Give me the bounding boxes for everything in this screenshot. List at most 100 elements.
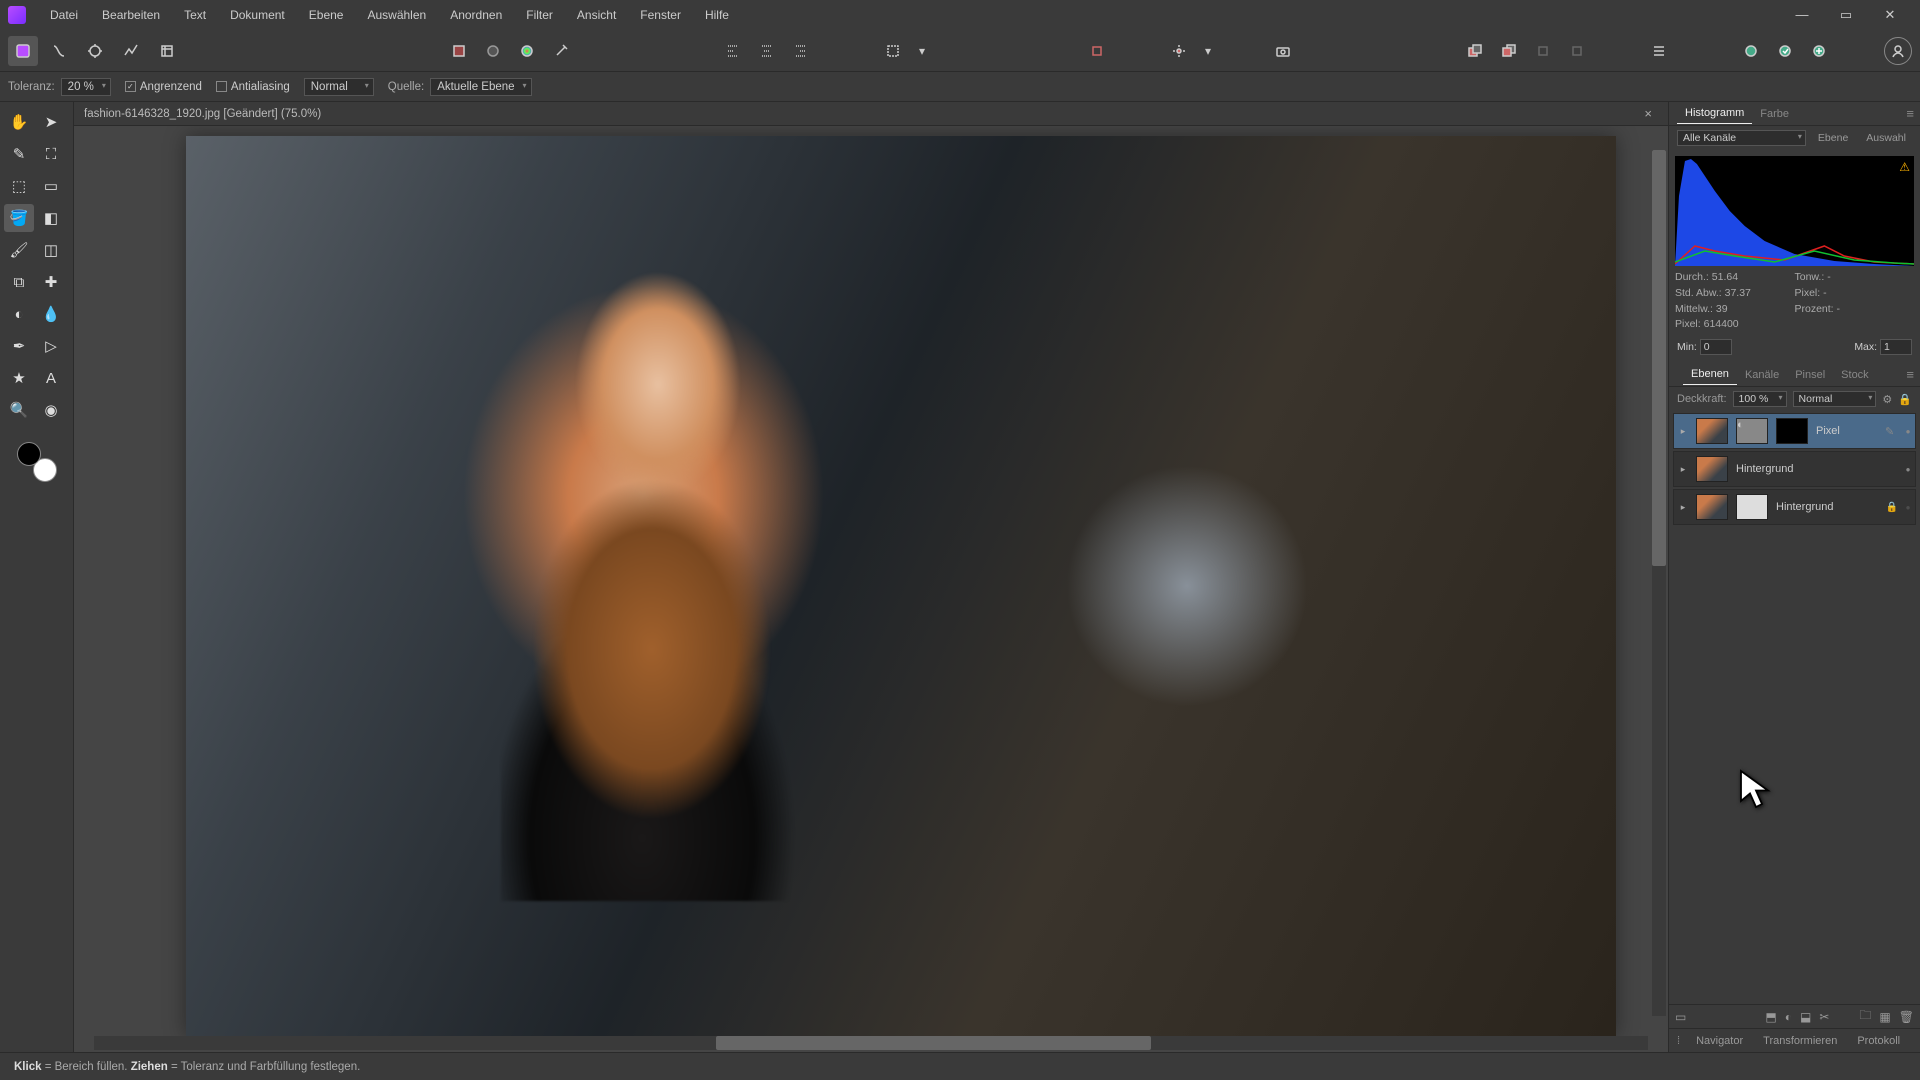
tolerance-value[interactable]: 20 % bbox=[61, 78, 111, 96]
selection-wand-icon[interactable] bbox=[546, 36, 576, 66]
tab-histogramm[interactable]: Histogramm bbox=[1677, 103, 1752, 124]
snap-icon[interactable] bbox=[1082, 36, 1112, 66]
tool-view[interactable]: ◉ bbox=[36, 396, 66, 424]
menu-filter[interactable]: Filter bbox=[514, 0, 565, 30]
document-tab[interactable]: fashion-6146328_1920.jpg [Geändert] (75.… bbox=[84, 108, 1638, 120]
persona-develop[interactable] bbox=[80, 36, 110, 66]
layer-edit-icon[interactable]: ✎ bbox=[1885, 425, 1901, 438]
menu-hilfe[interactable]: Hilfe bbox=[693, 0, 741, 30]
histogram-scope-auswahl[interactable]: Auswahl bbox=[1860, 130, 1912, 146]
layer-thumbnail[interactable] bbox=[1696, 418, 1728, 444]
menu-auswaehlen[interactable]: Auswählen bbox=[355, 0, 438, 30]
tool-gradient[interactable]: ◧ bbox=[36, 204, 66, 232]
layer-mask-btn[interactable]: ▭ bbox=[1675, 1010, 1686, 1024]
window-minimize[interactable]: — bbox=[1780, 0, 1824, 30]
camera-icon[interactable] bbox=[1268, 36, 1298, 66]
layer-mask-thumbnail[interactable] bbox=[1776, 418, 1808, 444]
blendmode-select[interactable]: Normal bbox=[304, 78, 374, 96]
layer-name[interactable]: Pixel bbox=[1812, 425, 1885, 437]
menu-ansicht[interactable]: Ansicht bbox=[565, 0, 628, 30]
histogram-channel-select[interactable]: Alle Kanäle bbox=[1677, 130, 1806, 146]
tab-protokoll[interactable]: Protokoll bbox=[1847, 1032, 1910, 1050]
align-right-icon[interactable] bbox=[786, 36, 816, 66]
layer-settings-icon[interactable]: ⚙ bbox=[1882, 393, 1892, 406]
max-input[interactable] bbox=[1880, 339, 1912, 355]
tool-move[interactable]: ➤ bbox=[36, 108, 66, 136]
quickmask-icon[interactable] bbox=[878, 36, 908, 66]
tab-pinsel[interactable]: Pinsel bbox=[1787, 365, 1833, 385]
layer-mask-thumbnail[interactable] bbox=[1736, 494, 1768, 520]
scrollbar-horizontal[interactable] bbox=[94, 1036, 1648, 1050]
menu-fenster[interactable]: Fenster bbox=[628, 0, 693, 30]
histogram-scope-ebene[interactable]: Ebene bbox=[1812, 130, 1854, 146]
assist-icon[interactable] bbox=[1164, 36, 1194, 66]
tool-inpaint[interactable]: ✚ bbox=[36, 268, 66, 296]
selection-square-icon[interactable] bbox=[444, 36, 474, 66]
tab-ebenen[interactable]: Ebenen bbox=[1683, 364, 1737, 385]
tool-hand[interactable]: ✋ bbox=[4, 108, 34, 136]
tool-marquee[interactable]: ▭ bbox=[36, 172, 66, 200]
layer-adjustment-thumbnail[interactable]: ◐ bbox=[1736, 418, 1768, 444]
tool-clone[interactable]: ⧉ bbox=[4, 268, 34, 296]
menu-ebene[interactable]: Ebene bbox=[297, 0, 356, 30]
menu-anordnen[interactable]: Anordnen bbox=[438, 0, 514, 30]
expand-icon[interactable]: ▸ bbox=[1674, 502, 1692, 513]
min-input[interactable] bbox=[1700, 339, 1732, 355]
layer-name[interactable]: Hintergrund bbox=[1772, 501, 1883, 513]
tab-stock[interactable]: Stock bbox=[1833, 365, 1877, 385]
persona-tone[interactable] bbox=[116, 36, 146, 66]
window-maximize[interactable]: ▭ bbox=[1824, 0, 1868, 30]
scrollbar-vertical[interactable] bbox=[1652, 150, 1666, 1016]
tool-crop[interactable]: ⛶ bbox=[36, 140, 66, 168]
expand-icon[interactable]: ▸ bbox=[1674, 464, 1692, 475]
tool-selection-brush[interactable]: ⬚ bbox=[4, 172, 34, 200]
layer-add-btn[interactable]: ▦ bbox=[1879, 1010, 1890, 1024]
layer-adjust-btn[interactable]: ◐ bbox=[1785, 1010, 1792, 1024]
layer-lock-icon[interactable]: 🔒 bbox=[1898, 393, 1912, 406]
layer-thumbnail[interactable] bbox=[1696, 456, 1728, 482]
align-center-icon[interactable] bbox=[752, 36, 782, 66]
layer-delete-btn[interactable]: 🗑 bbox=[1899, 1010, 1914, 1024]
tool-shape[interactable]: ★ bbox=[4, 364, 34, 392]
tool-brush[interactable]: 🖌 bbox=[4, 236, 34, 264]
layer-group-btn[interactable]: 🗀 bbox=[1859, 1006, 1871, 1027]
sync-2-icon[interactable] bbox=[1770, 36, 1800, 66]
persona-liquify[interactable] bbox=[44, 36, 74, 66]
layer-crop-btn[interactable]: ✂ bbox=[1819, 1010, 1829, 1024]
sync-3-icon[interactable] bbox=[1804, 36, 1834, 66]
arrange-4-icon[interactable] bbox=[1562, 36, 1592, 66]
window-close[interactable]: ✕ bbox=[1868, 0, 1912, 30]
arrange-front-icon[interactable] bbox=[1494, 36, 1524, 66]
expand-icon[interactable]: ▸ bbox=[1674, 426, 1692, 437]
panel-menu-icon[interactable]: ≡ bbox=[1906, 367, 1914, 382]
menu-bearbeiten[interactable]: Bearbeiten bbox=[90, 0, 172, 30]
tool-erase[interactable]: ◫ bbox=[36, 236, 66, 264]
quickmask-dd[interactable]: ▾ bbox=[914, 36, 930, 66]
lock-icon[interactable]: 🔒 bbox=[1883, 502, 1901, 513]
selection-circle-icon[interactable] bbox=[478, 36, 508, 66]
tool-zoom[interactable]: 🔍 bbox=[4, 396, 34, 424]
layer-row[interactable]: ▸ Hintergrund ● bbox=[1673, 451, 1916, 487]
tool-dodge[interactable]: ◐ bbox=[4, 300, 34, 328]
antialias-checkbox[interactable]: Antialiasing bbox=[216, 81, 290, 93]
color-swatch[interactable] bbox=[17, 442, 57, 482]
contiguous-checkbox[interactable]: ✓Angrenzend bbox=[125, 81, 202, 93]
sync-1-icon[interactable] bbox=[1736, 36, 1766, 66]
layer-fx-btn[interactable]: ⬒ bbox=[1765, 1010, 1776, 1024]
canvas[interactable] bbox=[74, 126, 1668, 1036]
document-tab-close[interactable]: × bbox=[1638, 106, 1658, 121]
tool-text[interactable]: A bbox=[36, 364, 66, 392]
tab-kanaele[interactable]: Kanäle bbox=[1737, 365, 1787, 385]
persona-photo[interactable] bbox=[8, 36, 38, 66]
layer-row[interactable]: ▸ ◐ Pixel ✎ ● bbox=[1673, 413, 1916, 449]
tab-farbe[interactable]: Farbe bbox=[1752, 104, 1797, 124]
arrange-3-icon[interactable] bbox=[1528, 36, 1558, 66]
source-select[interactable]: Aktuelle Ebene bbox=[430, 78, 531, 96]
tab-transformieren[interactable]: Transformieren bbox=[1753, 1032, 1847, 1050]
tool-node[interactable]: ▷ bbox=[36, 332, 66, 360]
layer-visibility-toggle[interactable]: ● bbox=[1901, 465, 1915, 474]
tab-navigator[interactable]: Navigator bbox=[1686, 1032, 1753, 1050]
layer-thumbnail[interactable] bbox=[1696, 494, 1728, 520]
persona-export[interactable] bbox=[152, 36, 182, 66]
layer-visibility-toggle[interactable]: ● bbox=[1901, 503, 1915, 512]
